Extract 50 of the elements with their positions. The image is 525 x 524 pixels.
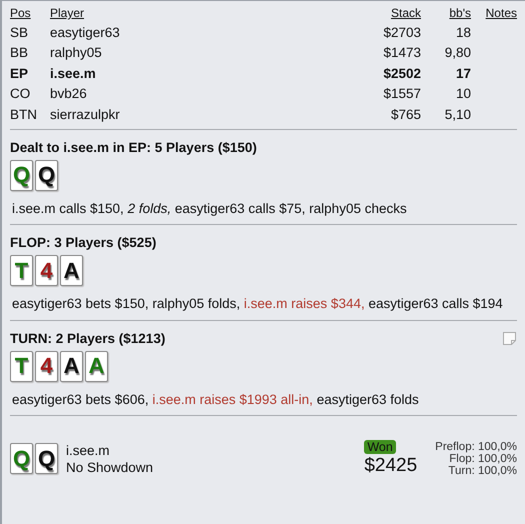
playing-card: Q xyxy=(10,160,33,190)
table-cell-text: ralphy05 xyxy=(50,45,103,60)
player-name: i.see.m xyxy=(66,442,110,458)
table-cell-text: $2703 xyxy=(382,24,421,40)
table-cell-text: 5,10 xyxy=(444,106,471,122)
won-badge: Won xyxy=(364,440,396,454)
column-header[interactable]: Player xyxy=(50,6,341,20)
equity-line: Flop: 100,0% xyxy=(449,452,517,465)
table-cell-text: sierrazulpkr xyxy=(50,106,121,122)
equity-line: Preflop: 100,0% xyxy=(435,440,517,453)
action-summary: easytiger63 bets $150, ralphy05 folds, i.see.m raises $344, easytiger63 calls $194 xyxy=(12,295,503,313)
street-title: FLOP: 3 Players ($525) xyxy=(10,235,156,250)
table-cell-text: $765 xyxy=(390,106,421,122)
street-title: TURN: 2 Players ($1213) xyxy=(10,330,166,346)
table-cell-text: easytiger63 xyxy=(50,24,121,40)
action-summary: easytiger63 bets $606, i.see.m raises $1993 all-in, easytiger63 folds xyxy=(12,390,419,408)
playing-card: A xyxy=(85,350,108,382)
table-cell-text: $2502 xyxy=(382,66,421,81)
table-cell-text: SB xyxy=(10,24,30,40)
action-summary: i.see.m calls $150, 2 folds, easytiger63 calls $75, ralphy05 checks xyxy=(12,200,407,218)
playing-card: Q xyxy=(10,443,33,474)
playing-card: A xyxy=(60,255,83,286)
table-cell-text: EP xyxy=(10,66,30,81)
table-cell-text: bvb26 xyxy=(50,86,88,102)
playing-card: 4 xyxy=(35,350,58,382)
table-cell-text: 9,80 xyxy=(444,45,471,60)
table-cell-text: BB xyxy=(10,45,30,60)
column-header[interactable]: Pos xyxy=(10,6,50,20)
won-amount: $2425 xyxy=(364,455,418,478)
playing-card: Q xyxy=(35,443,58,474)
table-cell-text: $1473 xyxy=(382,45,421,60)
table-cell-text: $1557 xyxy=(382,86,421,102)
note-icon[interactable] xyxy=(502,330,517,346)
playing-card: 4 xyxy=(35,255,58,286)
playing-card: T xyxy=(10,350,33,382)
playing-card: Q xyxy=(35,160,58,190)
playing-card: T xyxy=(10,255,33,286)
outcome-text: No Showdown xyxy=(66,460,154,475)
table-cell-text: 10 xyxy=(454,86,471,102)
table-cell-text: BTN xyxy=(10,106,38,122)
column-header[interactable]: Notes xyxy=(471,6,517,20)
table-cell-text: 18 xyxy=(454,24,471,40)
table-cell-text: 17 xyxy=(454,66,471,81)
equity-line: Turn: 100,0% xyxy=(448,464,517,477)
street-title: Dealt to i.see.m in EP: 5 Players ($150) xyxy=(10,140,257,154)
column-header[interactable]: Stack xyxy=(341,6,421,20)
column-header[interactable]: bb's xyxy=(421,6,471,20)
playing-card: A xyxy=(60,350,83,382)
table-cell-text: i.see.m xyxy=(50,66,97,81)
table-cell-text: CO xyxy=(10,86,32,102)
